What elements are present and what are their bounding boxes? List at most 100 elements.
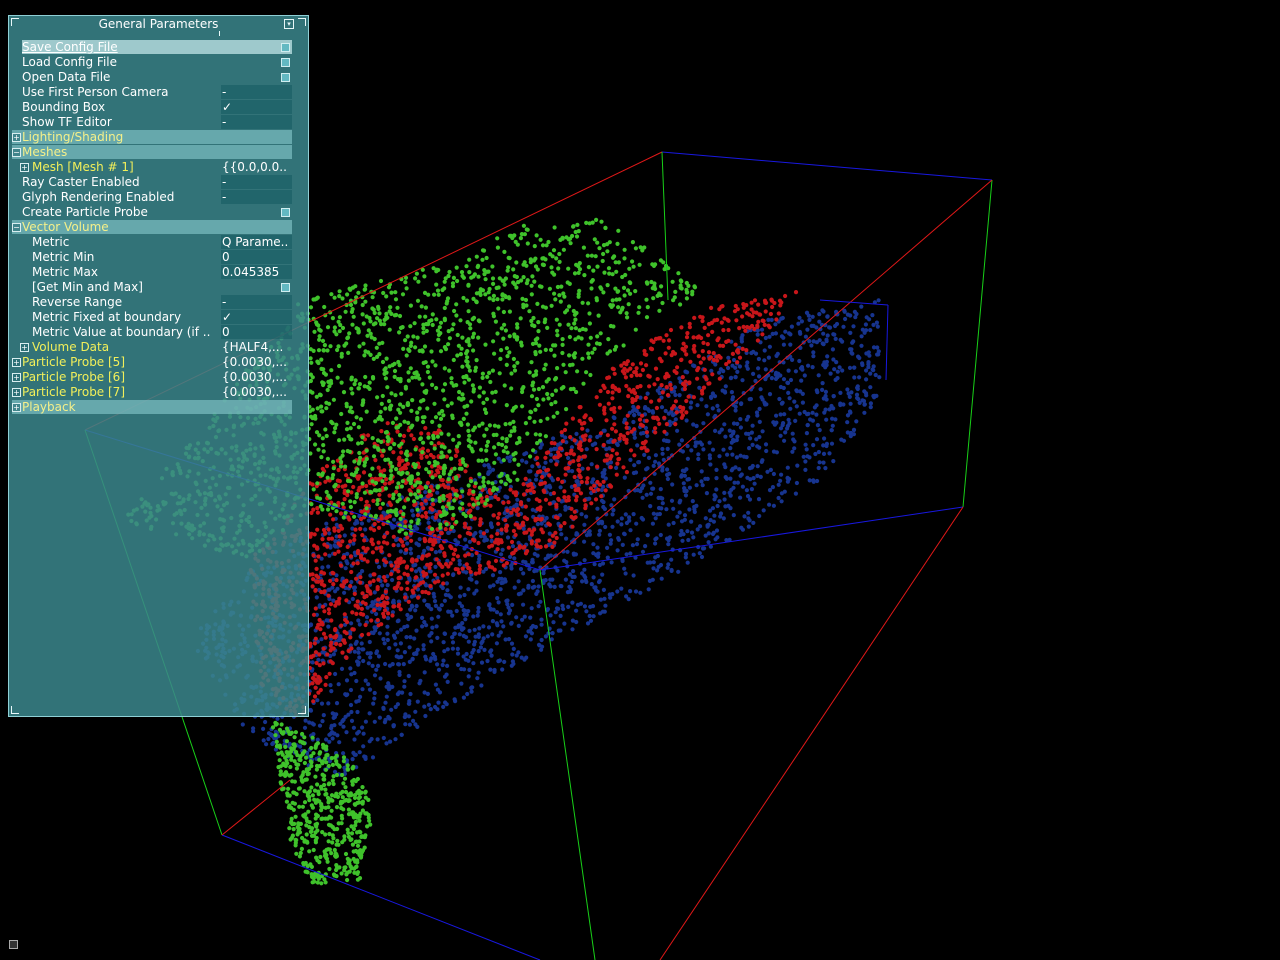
button-icon[interactable]: [281, 58, 290, 67]
param-label: Use First Person Camera: [22, 85, 169, 99]
param-label: Lighting/Shading: [22, 130, 124, 144]
panel-collapse-icon[interactable]: ▾: [284, 19, 294, 29]
param-label: Save Config File: [22, 40, 118, 54]
param-label: Particle Probe [6]: [22, 370, 126, 384]
bounding-box-edge: [659, 506, 964, 960]
toggle-value[interactable]: -: [221, 295, 292, 309]
title-divider: [219, 31, 220, 36]
bounding-box-edge: [539, 179, 993, 571]
expand-icon[interactable]: +: [12, 388, 21, 397]
toggle-value[interactable]: ✓: [221, 310, 292, 324]
bounding-box-edge: [221, 779, 291, 836]
param-row-particle-probe-7[interactable]: + Particle Probe [7] {0.0030,...: [9, 385, 308, 400]
param-row-get-min-and-max[interactable]: [Get Min and Max]: [9, 280, 308, 295]
param-row-load-config-file[interactable]: Load Config File: [9, 55, 308, 70]
param-value[interactable]: {HALF4,...: [221, 340, 292, 354]
corner-icon: [11, 706, 19, 714]
param-label: Glyph Rendering Enabled: [22, 190, 175, 204]
param-row-metric-fixed-at-boundary[interactable]: Metric Fixed at boundary ✓: [9, 310, 308, 325]
status-icon[interactable]: [9, 940, 18, 949]
expand-icon[interactable]: +: [12, 403, 21, 412]
toggle-value[interactable]: -: [221, 115, 292, 129]
param-row-particle-probe-5[interactable]: + Particle Probe [5] {0.0030,...: [9, 355, 308, 370]
resize-handle[interactable]: [298, 706, 306, 714]
param-label: Particle Probe [7]: [22, 385, 126, 399]
param-row-metric[interactable]: Metric Q Parame..: [9, 235, 308, 250]
param-label: [Get Min and Max]: [32, 280, 143, 294]
bounding-box-edge: [221, 834, 541, 960]
param-label: Mesh [Mesh # 1]: [32, 160, 134, 174]
button-icon[interactable]: [281, 283, 290, 292]
expand-icon[interactable]: +: [12, 133, 21, 142]
param-label: Show TF Editor: [22, 115, 112, 129]
param-label: Metric Min: [32, 250, 95, 264]
param-row-reverse-range[interactable]: Reverse Range -: [9, 295, 308, 310]
expand-icon[interactable]: +: [12, 373, 21, 382]
param-row-vector-volume[interactable]: − Vector Volume: [9, 220, 308, 235]
collapse-icon[interactable]: −: [12, 223, 21, 232]
param-label: Load Config File: [22, 55, 117, 69]
param-label: Volume Data: [32, 340, 110, 354]
param-row-create-particle-probe[interactable]: Create Particle Probe: [9, 205, 308, 220]
bounding-box-edge: [661, 151, 669, 301]
param-row-ray-caster-enabled[interactable]: Ray Caster Enabled -: [9, 175, 308, 190]
toggle-value[interactable]: -: [221, 175, 292, 189]
param-row-meshes[interactable]: − Meshes: [9, 145, 308, 160]
panel-title[interactable]: General Parameters: [9, 16, 308, 32]
button-icon[interactable]: [281, 73, 290, 82]
param-row-show-tf-editor[interactable]: Show TF Editor -: [9, 115, 308, 130]
param-label: Bounding Box: [22, 100, 106, 114]
param-label: Reverse Range: [32, 295, 123, 309]
collapse-icon[interactable]: −: [12, 148, 21, 157]
toggle-value[interactable]: -: [221, 85, 292, 99]
param-row-glyph-rendering-enabled[interactable]: Glyph Rendering Enabled -: [9, 190, 308, 205]
param-value[interactable]: 0: [221, 250, 292, 264]
param-label: Ray Caster Enabled: [22, 175, 140, 189]
param-value[interactable]: {{0.0,0.0..: [221, 160, 292, 174]
param-row-volume-data[interactable]: + Volume Data {HALF4,...: [9, 340, 308, 355]
param-row-bounding-box[interactable]: Bounding Box ✓: [9, 100, 308, 115]
button-icon[interactable]: [281, 43, 290, 52]
param-row-use-first-person-camera[interactable]: Use First Person Camera -: [9, 85, 308, 100]
param-label: Create Particle Probe: [22, 205, 148, 219]
param-label: Vector Volume: [22, 220, 109, 234]
param-label: Particle Probe [5]: [22, 355, 126, 369]
corner-icon: [298, 18, 306, 26]
expand-icon[interactable]: +: [20, 343, 29, 352]
param-row-playback[interactable]: + Playback: [9, 400, 308, 415]
bounding-box-edge: [539, 569, 596, 960]
button-icon[interactable]: [281, 208, 290, 217]
param-value[interactable]: 0: [221, 325, 292, 339]
param-row-metric-max[interactable]: Metric Max 0.045385: [9, 265, 308, 280]
expand-icon[interactable]: +: [20, 163, 29, 172]
param-value[interactable]: {0.0030,...: [221, 370, 292, 384]
param-row-metric-value-at-boundary-if[interactable]: Metric Value at boundary (if .. 0: [9, 325, 308, 340]
expand-icon[interactable]: +: [12, 358, 21, 367]
toggle-value[interactable]: ✓: [221, 100, 292, 114]
param-value[interactable]: {0.0030,...: [221, 385, 292, 399]
param-label: Meshes: [22, 145, 68, 159]
param-label: Metric Value at boundary (if ..: [32, 325, 211, 339]
param-value[interactable]: 0.045385: [221, 265, 292, 279]
param-label: Metric: [32, 235, 70, 249]
param-label: Metric Fixed at boundary: [32, 310, 182, 324]
bounding-box-edge: [962, 179, 993, 508]
corner-icon: [11, 18, 19, 26]
param-value[interactable]: Q Parame..: [221, 235, 292, 249]
param-row-particle-probe-6[interactable]: + Particle Probe [6] {0.0030,...: [9, 370, 308, 385]
param-row-lighting-shading[interactable]: + Lighting/Shading: [9, 130, 308, 145]
param-label: Metric Max: [32, 265, 98, 279]
param-label: Open Data File: [22, 70, 111, 84]
bounding-box-edge: [885, 304, 889, 381]
bounding-box-edge: [539, 506, 964, 571]
toggle-value[interactable]: -: [221, 190, 292, 204]
red-particle-cloud: [248, 290, 799, 718]
param-row-mesh-mesh-1[interactable]: + Mesh [Mesh # 1] {{0.0,0.0..: [9, 160, 308, 175]
bounding-box-edge: [661, 151, 993, 181]
param-row-save-config-file[interactable]: Save Config File: [9, 40, 308, 55]
param-label: Playback: [22, 400, 76, 414]
param-row-metric-min[interactable]: Metric Min 0: [9, 250, 308, 265]
param-row-open-data-file[interactable]: Open Data File: [9, 70, 308, 85]
general-parameters-panel[interactable]: General Parameters ▾ Save Config File Loa…: [8, 15, 309, 717]
param-value[interactable]: {0.0030,...: [221, 355, 292, 369]
